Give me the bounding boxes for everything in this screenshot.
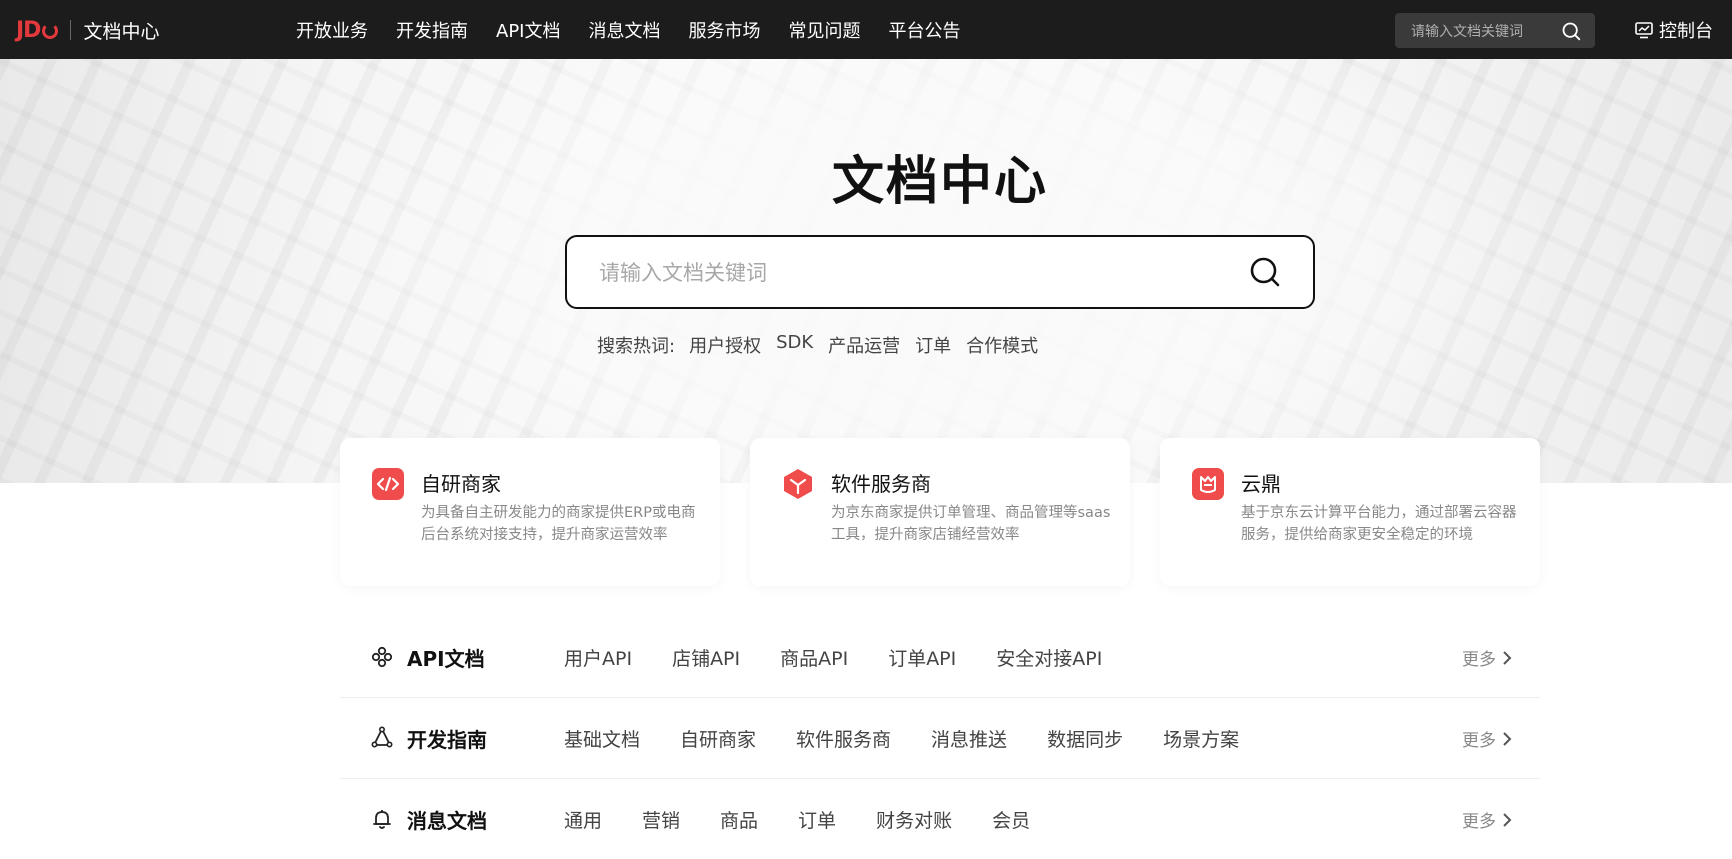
section-link[interactable]: 数据同步	[1047, 725, 1123, 752]
more-link[interactable]: 更多	[1462, 645, 1512, 670]
chevron-right-icon	[1503, 731, 1512, 746]
more-link[interactable]: 更多	[1462, 807, 1512, 832]
more-label: 更多	[1462, 812, 1496, 832]
card-description: 为具备自主研发能力的商家提供ERP或电商后台系统对接支持，提升商家运营效率	[421, 505, 696, 543]
section-api-docs: API文档 用户API 店铺API 商品API 订单API 安全对接API 更多	[340, 617, 1540, 698]
more-link[interactable]: 更多	[1462, 726, 1512, 751]
section-dev-guide: 开发指南 基础文档 自研商家 软件服务商 消息推送 数据同步 场景方案 更多	[340, 698, 1540, 779]
hot-keywords-label: 搜索热词:	[597, 336, 676, 357]
card-self-developed-merchant[interactable]: 自研商家 为具备自主研发能力的商家提供ERP或电商后台系统对接支持，提升商家运营…	[340, 438, 720, 586]
guide-icon	[370, 726, 394, 754]
hot-keyword[interactable]: 用户授权	[689, 332, 761, 358]
card-yunding[interactable]: 云鼎 基于京东云计算平台能力，通过部署云容器服务，提供给商家更安全稳定的环境	[1160, 438, 1540, 586]
main-search-input[interactable]	[597, 237, 1221, 309]
section-link[interactable]: 通用	[564, 806, 602, 833]
cube-icon	[782, 468, 814, 500]
search-icon[interactable]	[1249, 256, 1281, 292]
section-link[interactable]: 营销	[642, 806, 680, 833]
jd-logo-mark: JD	[16, 18, 59, 43]
section-title: API文档	[407, 647, 485, 671]
hot-keyword[interactable]: SDK	[776, 332, 813, 358]
card-title: 自研商家	[421, 472, 501, 496]
logo-title: 文档中心	[83, 20, 160, 43]
header-search-box	[1395, 13, 1595, 50]
nav-item-message-docs[interactable]: 消息文档	[588, 17, 660, 43]
main-nav: 开放业务 开发指南 API文档 消息文档 服务市场 常见问题 平台公告	[296, 0, 988, 59]
logo-divider	[70, 20, 72, 40]
section-title: 消息文档	[407, 809, 487, 833]
card-title: 软件服务商	[831, 472, 931, 496]
header-search-input[interactable]	[1409, 13, 1563, 50]
section-link[interactable]: 场景方案	[1163, 725, 1239, 752]
hot-keyword[interactable]: 合作模式	[966, 332, 1038, 358]
section-links: 基础文档 自研商家 软件服务商 消息推送 数据同步 场景方案	[564, 725, 1279, 752]
section-link[interactable]: 商品	[720, 806, 758, 833]
section-title: 开发指南	[407, 728, 487, 752]
section-link[interactable]: 商品API	[780, 644, 848, 671]
nav-item-api-docs[interactable]: API文档	[496, 17, 560, 43]
nav-item-service-market[interactable]: 服务市场	[688, 17, 760, 43]
section-link[interactable]: 订单API	[888, 644, 956, 671]
card-software-service-provider[interactable]: 软件服务商 为京东商家提供订单管理、商品管理等saas工具，提升商家店铺经营效率	[750, 438, 1130, 586]
nav-item-announcements[interactable]: 平台公告	[888, 17, 960, 43]
hot-keywords: 搜索热词: 用户授权 SDK 产品运营 订单 合作模式	[597, 332, 1053, 358]
section-link[interactable]: 店铺API	[672, 644, 740, 671]
code-icon	[372, 468, 404, 500]
section-links: 用户API 店铺API 商品API 订单API 安全对接API	[564, 644, 1142, 671]
section-link[interactable]: 基础文档	[564, 725, 640, 752]
logo[interactable]: JD 文档中心	[16, 17, 159, 43]
section-link[interactable]: 安全对接API	[996, 644, 1102, 671]
top-navbar: JD 文档中心 开放业务 开发指南 API文档 消息文档 服务市场 常见问题 平…	[0, 0, 1732, 59]
section-link[interactable]: 财务对账	[876, 806, 952, 833]
section-link[interactable]: 软件服务商	[796, 725, 891, 752]
more-label: 更多	[1462, 731, 1496, 751]
section-link[interactable]: 会员	[992, 806, 1030, 833]
section-link[interactable]: 订单	[798, 806, 836, 833]
api-icon	[370, 645, 394, 673]
chevron-right-icon	[1503, 812, 1512, 827]
card-title: 云鼎	[1241, 472, 1281, 496]
section-links: 通用 营销 商品 订单 财务对账 会员	[564, 806, 1070, 833]
section-link[interactable]: 消息推送	[931, 725, 1007, 752]
nav-item-open-business[interactable]: 开放业务	[296, 17, 368, 43]
nav-item-dev-guide[interactable]: 开发指南	[396, 17, 468, 43]
page-title: 文档中心	[831, 152, 1048, 212]
card-description: 为京东商家提供订单管理、商品管理等saas工具，提升商家店铺经营效率	[831, 505, 1111, 543]
bell-icon	[370, 807, 394, 835]
section-link[interactable]: 自研商家	[680, 725, 756, 752]
chevron-right-icon	[1503, 650, 1512, 665]
monitor-chart-icon	[1635, 21, 1653, 38]
section-message-docs: 消息文档 通用 营销 商品 订单 财务对账 会员 更多	[340, 779, 1540, 859]
card-description: 基于京东云计算平台能力，通过部署云容器服务，提供给商家更安全稳定的环境	[1241, 505, 1517, 543]
search-icon[interactable]	[1561, 21, 1581, 45]
hot-keyword[interactable]: 订单	[915, 332, 951, 358]
hot-keyword[interactable]: 产品运营	[828, 332, 900, 358]
main-search-box	[565, 235, 1315, 309]
more-label: 更多	[1462, 650, 1496, 670]
nav-item-faq[interactable]: 常见问题	[788, 17, 860, 43]
doc-sections: API文档 用户API 店铺API 商品API 订单API 安全对接API 更多…	[340, 617, 1540, 859]
cloud-tripod-icon	[1192, 468, 1224, 500]
section-link[interactable]: 用户API	[564, 644, 632, 671]
console-label: 控制台	[1659, 21, 1713, 42]
console-link[interactable]: 控制台	[1635, 17, 1713, 43]
